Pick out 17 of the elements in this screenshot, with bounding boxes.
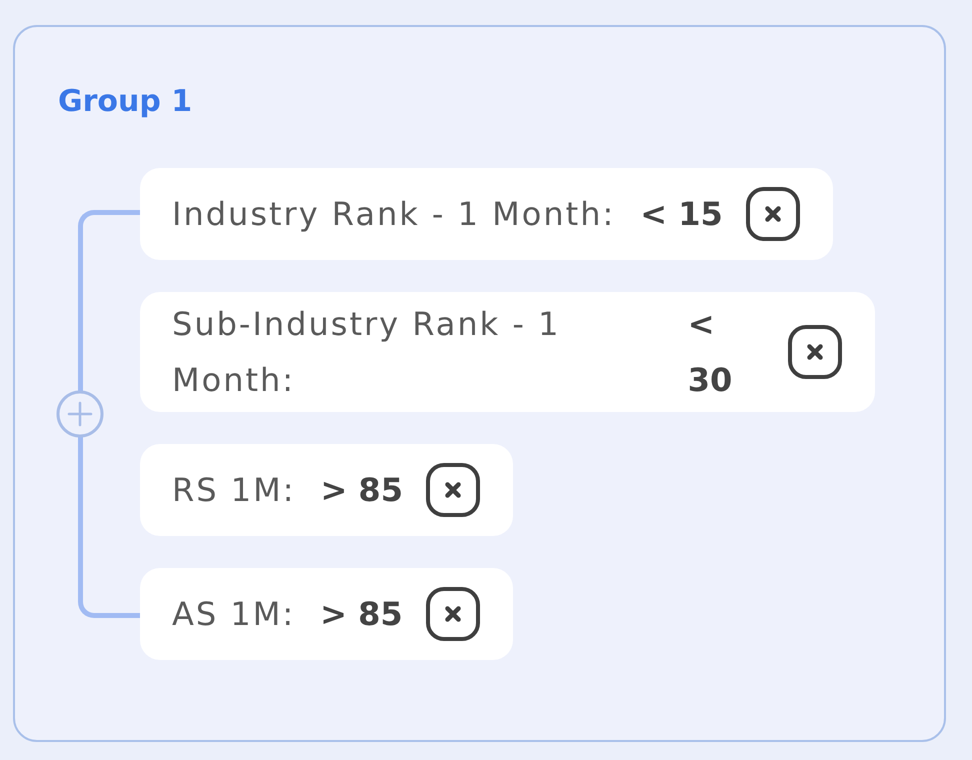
remove-button[interactable] [744,186,801,242]
remove-button[interactable] [424,462,481,518]
group-title: Group 1 [58,84,194,120]
condition-label: Sub-Industry Rank - 1 Month: [172,304,562,401]
remove-button[interactable] [787,324,843,380]
condition-label: Industry Rank - 1 Month: [172,194,616,235]
close-icon [787,324,843,380]
condition-value: > 85 [320,594,403,635]
condition-label: AS 1M: [172,594,296,635]
condition-value: < 30 [688,304,734,401]
condition-value: < 15 [640,194,723,235]
close-icon [424,462,481,518]
close-icon [424,586,481,642]
condition-value: > 85 [320,470,403,511]
close-icon [744,186,801,242]
remove-button[interactable] [424,586,481,642]
condition-label: RS 1M: [172,470,296,511]
